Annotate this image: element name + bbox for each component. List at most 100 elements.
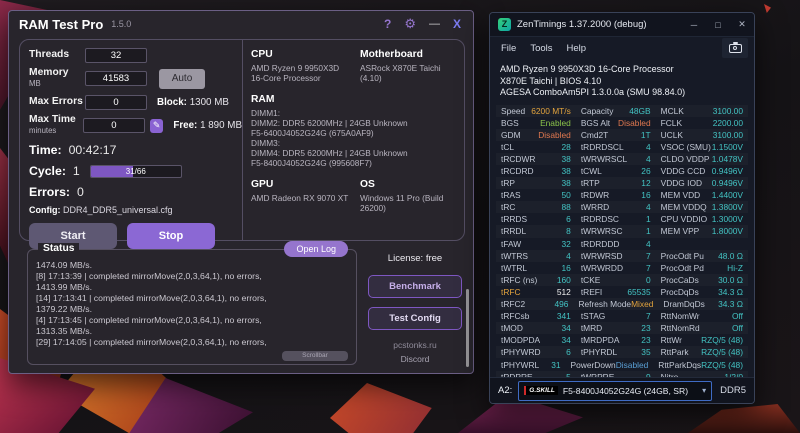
timing-value: 16 <box>561 262 571 273</box>
timing-value: 6200 MT/s <box>531 105 571 116</box>
close-icon[interactable]: ✕ <box>730 13 754 37</box>
timing-label: ProcOdt Pd <box>660 262 704 273</box>
timing-label: Speed <box>501 105 526 116</box>
motherboard-section: Motherboard ASRock X870E Taichi (4.10) <box>360 49 458 83</box>
test-config-button[interactable]: Test Config <box>368 307 462 330</box>
settings-groupbox: Threads Memory MB Auto Max Errors <box>19 39 465 249</box>
max-errors-input[interactable] <box>85 94 147 110</box>
vertical-scrollbar[interactable] <box>466 289 469 367</box>
horizontal-scrollbar[interactable]: Scrollbar <box>282 351 348 361</box>
test-settings-form: Threads Memory MB Auto Max Errors <box>20 40 242 249</box>
timing-value: Enabled <box>540 117 571 128</box>
timing-value: 1.8000V <box>711 226 743 237</box>
motherboard-line: (4.10) <box>360 73 382 83</box>
os-line: 26200) <box>360 203 386 213</box>
log-line: 1379.22 MB/s. <box>36 304 93 314</box>
minimize-icon[interactable]: ─ <box>682 13 706 37</box>
timing-row: tFAW 32 tRDRDDD 4 <box>496 238 748 250</box>
timing-value: 12 <box>641 178 651 189</box>
timing-row: tMOD 34 tMRD 23 RttNomRd Off <box>496 322 748 334</box>
timing-label: tSTAG <box>580 311 606 322</box>
menu-item[interactable]: Tools <box>523 41 559 56</box>
timing-value: 34 <box>561 335 571 346</box>
timing-value: 28 <box>561 141 571 152</box>
timing-value: 23 <box>641 335 651 346</box>
timing-value: 4 <box>566 250 571 261</box>
timing-label: tMOD <box>501 323 523 334</box>
module-footer: A2: G.SKILL F5-8400J4052G24G (24GB, SR) … <box>490 377 754 403</box>
config-file: DDR4_DDR5_universal.cfg <box>63 205 173 215</box>
timing-label: VDDG CCD <box>660 166 706 177</box>
gear-icon[interactable]: ⚙ <box>404 16 416 32</box>
timing-value: 38 <box>561 166 571 177</box>
timing-row: Speed 6200 MT/s Capacity 48GB MCLK 3100.… <box>496 105 748 117</box>
status-log[interactable]: 1474.09 MB/s. [8] 17:13:39 | completed m… <box>28 250 356 350</box>
threads-input[interactable] <box>85 47 147 63</box>
menu-item[interactable]: File <box>494 41 523 56</box>
timing-value: 31 <box>551 359 561 370</box>
timing-value: 6 <box>566 214 571 225</box>
timing-label: CLDO VDDP <box>660 153 710 164</box>
timing-row: tCL 28 tRDRDSCL 4 VSOC (SMU) 1.1500V <box>496 141 748 153</box>
timing-label: MEM VPP <box>660 226 700 237</box>
timing-value: 32 <box>561 238 571 249</box>
camera-icon <box>728 41 742 53</box>
timing-label: UCLK <box>660 129 683 140</box>
os-section: OS Windows 11 Pro (Build 26200) <box>360 179 458 213</box>
ram-line: F5-8400J4052G24G (995608F7) <box>251 158 372 168</box>
timing-value: 7 <box>645 262 651 273</box>
free-memory-info: Free: 1 890 MB <box>173 120 242 131</box>
threads-row: Threads <box>29 47 242 63</box>
timing-value: Off <box>731 323 743 334</box>
edit-pencil-icon[interactable]: ✎ <box>149 118 164 133</box>
help-icon[interactable]: ? <box>384 17 391 31</box>
timing-value: 7 <box>645 311 651 322</box>
window-controls: ? ⚙ — X <box>384 16 461 32</box>
zentimings-app-icon: Z <box>498 18 511 31</box>
menu-item[interactable]: Help <box>560 41 594 56</box>
timing-label: tCWL <box>580 166 602 177</box>
elapsed-time: 00:42:17 <box>68 143 117 157</box>
log-line: [14] 17:13:41 | completed mirrorMove(2,0… <box>36 293 267 303</box>
motherboard-header: Motherboard <box>360 49 423 60</box>
os-line: Windows 11 Pro (Build <box>360 193 444 203</box>
discord-link[interactable]: Discord <box>363 354 467 364</box>
timing-value: Disabled <box>538 129 571 140</box>
timing-value: 8 <box>566 226 571 237</box>
maximize-icon[interactable]: □ <box>706 13 730 37</box>
timing-value: 496 <box>554 299 569 310</box>
timing-label: tWRWRDD <box>580 262 623 273</box>
ramtest-titlebar[interactable]: RAM Test Pro 1.5.0 ? ⚙ — X <box>9 11 473 37</box>
memory-row: Memory MB Auto <box>29 67 242 89</box>
window-controls: ─ □ ✕ <box>682 13 754 37</box>
module-dropdown[interactable]: G.SKILL F5-8400J4052G24G (24GB, SR) ▾ <box>518 380 713 401</box>
max-time-input[interactable] <box>82 118 145 133</box>
gskill-logo: G.SKILL <box>524 386 558 395</box>
close-icon[interactable]: X <box>453 17 461 31</box>
timing-row: tRRDS 6 tRDRDSC 1 CPU VDDIO 1.3000V <box>496 213 748 225</box>
auto-button[interactable]: Auto <box>159 68 205 89</box>
timing-value: 26 <box>641 166 651 177</box>
timing-value: 1.0478V <box>711 153 743 164</box>
screenshot-camera-button[interactable] <box>722 38 748 58</box>
open-log-button[interactable]: Open Log <box>284 241 348 257</box>
error-count: 0 <box>77 185 84 199</box>
timing-value: 16 <box>641 190 651 201</box>
block-size-info: Block: 1300 MB <box>157 96 229 108</box>
timing-row: tWTRL 16 tWRWRDD 7 ProcOdt Pd Hi-Z <box>496 262 748 274</box>
benchmark-button[interactable]: Benchmark <box>368 275 462 298</box>
timing-value: Disabled <box>615 359 649 370</box>
status-header: Status <box>38 243 80 254</box>
timing-value: Hi-Z <box>727 262 743 273</box>
memory-input[interactable] <box>85 71 147 86</box>
timing-label: RttNomRd <box>660 323 700 334</box>
stop-button[interactable]: Stop <box>127 223 215 249</box>
timing-label: tRRDS <box>501 214 528 225</box>
timing-label: tRFC <box>501 286 521 297</box>
system-info-line: AMD Ryzen 9 9950X3D 16-Core Processor <box>500 64 674 74</box>
minimize-icon[interactable]: — <box>429 18 440 30</box>
timing-label: BGS <box>501 117 519 128</box>
zentimings-titlebar[interactable]: Z ZenTimings 1.37.2000 (debug) ─ □ ✕ <box>490 13 754 37</box>
log-line: [4] 17:13:45 | completed mirrorMove(2,0,… <box>36 315 262 325</box>
website-link[interactable]: pcstonks.ru <box>363 340 467 350</box>
